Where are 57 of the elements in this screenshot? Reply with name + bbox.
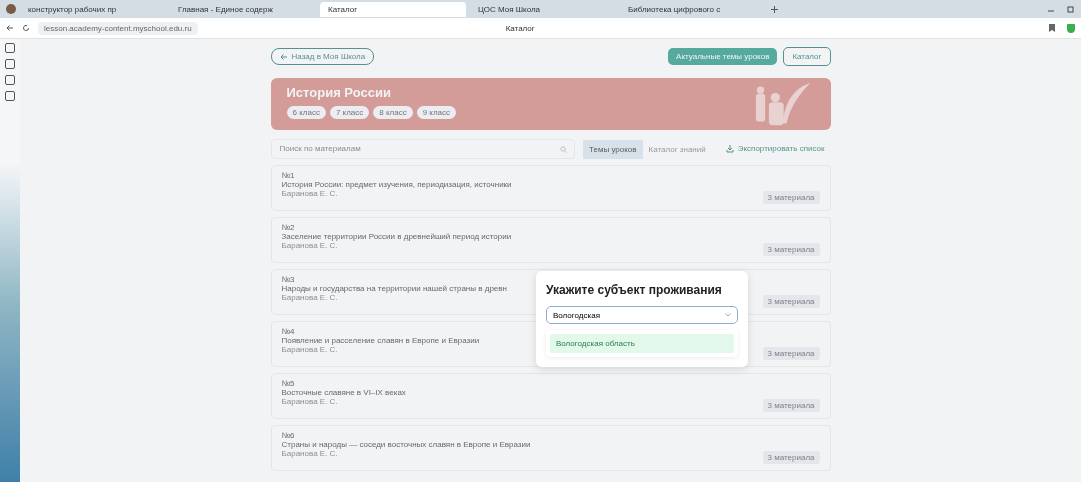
- materials-count: 3 материала: [762, 347, 820, 360]
- lesson-number: №5: [281, 379, 295, 388]
- lesson-title: Страны и народы — соседи восточных славян в Европе и Евразии: [281, 440, 531, 449]
- lesson-author: Баранова Е. С.: [281, 345, 338, 354]
- lesson-title: Народы и государства на территории нашей страны в древн: [281, 284, 507, 293]
- download-icon: [725, 144, 734, 153]
- lesson-title: Заселение территории России в древнейший период истории: [281, 232, 512, 241]
- lesson-number: №1: [281, 171, 295, 180]
- lesson-card[interactable]: №6 Страны и народы — соседи восточных славян в Европе и Евразии Баранова Е. С. 3 материала: [270, 425, 831, 471]
- materials-count: 3 материала: [762, 399, 820, 412]
- materials-count: 3 материала: [762, 451, 820, 464]
- back-button[interactable]: Назад в Моя Школа: [270, 48, 375, 65]
- grade-chip[interactable]: 7 класс: [329, 106, 370, 119]
- lesson-card[interactable]: №1 История России: предмет изучения, периодизация, источники Баранова Е. С. 3 материала: [270, 165, 831, 211]
- lesson-author: Баранова Е. С.: [281, 293, 338, 302]
- lesson-author: Баранова Е. С.: [281, 397, 338, 406]
- lesson-title: Появление и расселение славян в Европе и Евразии: [281, 336, 480, 345]
- browser-tab[interactable]: Библиотека цифрового с: [620, 1, 766, 17]
- region-input[interactable]: Вологодская: [546, 306, 738, 324]
- reload-icon[interactable]: [22, 24, 30, 32]
- lesson-number: №2: [281, 223, 295, 232]
- lesson-author: Баранова Е. С.: [281, 449, 338, 458]
- lesson-author: Баранова Е. С.: [281, 189, 338, 198]
- lesson-author: Баранова Е. С.: [281, 241, 338, 250]
- subject-title: История России: [286, 85, 392, 100]
- lesson-card[interactable]: №5 Восточные славяне в VI–IX веках Баранова Е. С. 3 материала: [270, 373, 831, 419]
- browser-tab[interactable]: Каталог: [320, 1, 466, 17]
- back-arrow-icon[interactable]: [6, 24, 14, 32]
- bookmark-icon[interactable]: [1049, 24, 1055, 32]
- profile-avatar[interactable]: [6, 4, 16, 14]
- lesson-card[interactable]: №2 Заселение территории России в древнейший период истории Баранова Е. С. 3 материала: [270, 217, 831, 263]
- search-field[interactable]: Поиск по материалам: [270, 138, 576, 159]
- materials-count: 3 материала: [762, 295, 820, 308]
- new-tab-icon[interactable]: [770, 4, 779, 14]
- region-option[interactable]: Вологодская область: [550, 334, 734, 353]
- address-field[interactable]: lesson.academy-content.myschool.edu.ru: [38, 21, 198, 35]
- lesson-title: Восточные славяне в VI–IX веках: [281, 388, 406, 397]
- page-title: Каталог: [505, 23, 535, 33]
- view-tab[interactable]: Темы уроков: [583, 140, 643, 159]
- grade-chip[interactable]: 6 класс: [286, 106, 326, 119]
- browser-tab[interactable]: конструктор рабочих пр: [20, 1, 166, 17]
- browser-tab[interactable]: Главная - Единое содерж: [170, 1, 316, 17]
- lesson-title: История России: предмет изучения, периодизация, источники: [281, 180, 512, 189]
- restore-icon[interactable]: [1067, 5, 1075, 13]
- export-button[interactable]: Экспортировать список: [719, 143, 831, 154]
- dialog-title: Укажите субъект проживания: [546, 283, 723, 297]
- materials-count: 3 материала: [762, 191, 820, 204]
- materials-count: 3 материала: [762, 243, 820, 256]
- catalog-button[interactable]: Каталог: [783, 47, 831, 66]
- grade-chip[interactable]: 8 класс: [373, 106, 413, 119]
- grade-chip[interactable]: 9 класс: [416, 106, 457, 119]
- browser-tab[interactable]: ЦОС Моя Школа: [470, 1, 616, 17]
- lesson-number: №3: [281, 275, 295, 284]
- lesson-number: №6: [281, 431, 295, 440]
- lesson-number: №4: [281, 327, 295, 336]
- arrow-left-icon: [279, 52, 288, 61]
- shield-icon[interactable]: [1067, 23, 1075, 33]
